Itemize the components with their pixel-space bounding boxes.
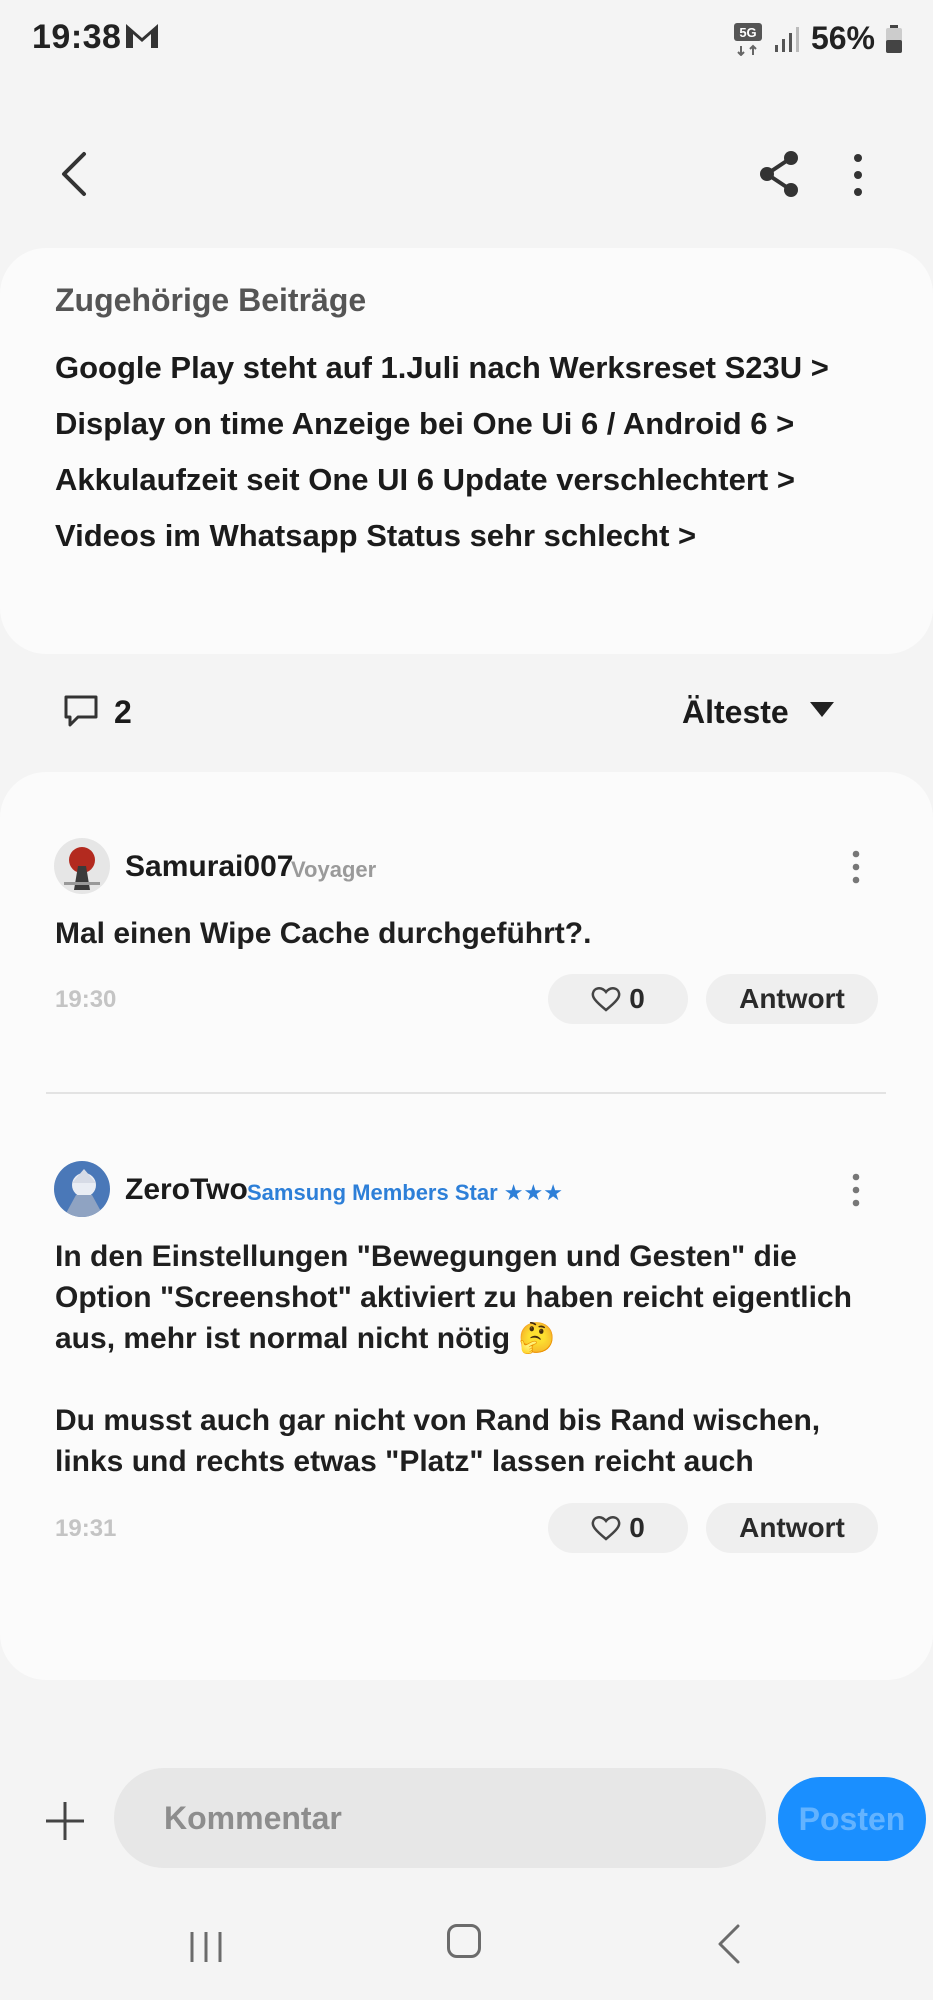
comment-time: 19:31: [55, 1515, 117, 1542]
comment-time: 19:30: [55, 986, 117, 1013]
related-post-link[interactable]: Display on time Anzeige bei One Ui 6 / A…: [55, 406, 794, 442]
avatar[interactable]: [54, 838, 110, 894]
reply-button[interactable]: Antwort: [706, 1503, 878, 1553]
network-5g-icon: 5G: [733, 22, 762, 56]
like-count: 0: [629, 983, 645, 1014]
dropdown-arrow-icon[interactable]: [810, 702, 834, 717]
battery-icon: [886, 24, 902, 53]
comment-username[interactable]: ZeroTwo: [125, 1173, 248, 1207]
status-indicators: 5G 56%: [733, 20, 903, 57]
anime-avatar-icon: [54, 1161, 110, 1217]
comment-text: Mal einen Wipe Cache durchgeführt?.: [55, 917, 592, 950]
like-button[interactable]: 0: [548, 974, 688, 1024]
user-rank: Samsung Members Star ★★★: [247, 1180, 563, 1205]
reply-button[interactable]: Antwort: [706, 974, 878, 1024]
share-icon[interactable]: [755, 148, 803, 200]
related-post-link[interactable]: Videos im Whatsapp Status sehr schlecht …: [55, 518, 696, 554]
nav-back-icon[interactable]: [716, 1924, 742, 1964]
comment-username[interactable]: Samurai007: [125, 850, 293, 884]
comment-input[interactable]: [114, 1768, 766, 1868]
heart-icon: [591, 1516, 621, 1541]
back-button[interactable]: [52, 148, 102, 200]
comment-more-icon[interactable]: [851, 850, 861, 884]
post-button[interactable]: Posten: [778, 1777, 926, 1861]
comment-icon: [64, 695, 98, 727]
user-rank: Voyager: [291, 857, 377, 882]
home-icon[interactable]: [447, 1924, 481, 1958]
related-posts-title: Zugehörige Beiträge: [55, 282, 367, 318]
status-time: 19:38: [32, 18, 122, 56]
more-vertical-icon[interactable]: [845, 150, 871, 200]
recents-icon[interactable]: [188, 1930, 224, 1964]
related-post-link[interactable]: Akkulaufzeit seit One UI 6 Update versch…: [55, 462, 795, 498]
comment-divider: [46, 1092, 886, 1094]
like-button[interactable]: 0: [548, 1503, 688, 1553]
avatar[interactable]: [54, 1161, 110, 1217]
related-post-link[interactable]: Google Play steht auf 1.Juli nach Werksr…: [55, 350, 829, 386]
signal-icon: [774, 26, 799, 52]
like-count: 0: [629, 1512, 645, 1543]
battery-percent: 56%: [810, 20, 875, 56]
comment-text: In den Einstellungen "Bewegungen und Ges…: [55, 1240, 852, 1478]
gmail-m-icon: [126, 24, 158, 48]
comment-count: 2: [114, 694, 132, 730]
svg-text:5G: 5G: [739, 25, 756, 40]
samurai-avatar-icon: [54, 838, 110, 894]
comment-more-icon[interactable]: [851, 1173, 861, 1207]
reply-label: Antwort: [739, 983, 845, 1014]
sort-dropdown[interactable]: Älteste: [682, 694, 789, 731]
heart-icon: [591, 987, 621, 1012]
reply-label: Antwort: [739, 1512, 845, 1543]
rank-stars: ★★★: [503, 1180, 563, 1205]
add-attachment-icon[interactable]: [44, 1800, 86, 1842]
